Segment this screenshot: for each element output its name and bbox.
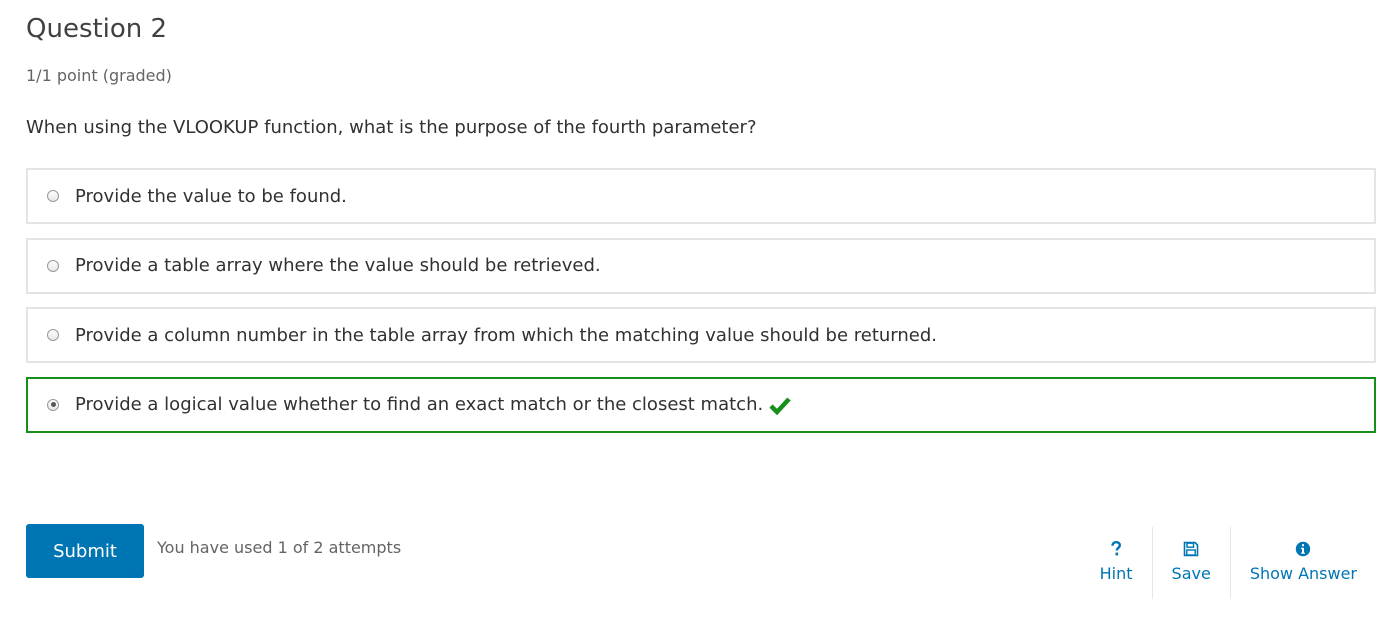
choice-label: Provide a column number in the table arr… — [75, 324, 937, 346]
show-answer-label: Show Answer — [1249, 564, 1357, 583]
choice-option-1[interactable]: Provide the value to be found. — [26, 168, 1376, 224]
submit-button[interactable]: Submit — [26, 524, 144, 578]
score-text: 1/1 point (graded) — [26, 66, 172, 85]
radio-button[interactable] — [47, 329, 59, 341]
radio-button[interactable] — [47, 259, 59, 272]
question-icon — [1110, 540, 1122, 558]
problem-action-bar: Hint Save Show Answer — [1081, 527, 1376, 599]
choice-option-3[interactable]: Provide a column number in the table arr… — [26, 307, 1376, 363]
question-title: Question 2 — [26, 14, 168, 44]
choice-label: Provide a table array where the value sh… — [75, 255, 601, 276]
checkmark-icon — [769, 395, 791, 415]
attempts-text: You have used 1 of 2 attempts — [157, 538, 402, 557]
save-label: Save — [1171, 564, 1211, 583]
info-circle-icon — [1295, 540, 1311, 558]
choice-option-2[interactable]: Provide a table array where the value sh… — [26, 237, 1376, 294]
radio-button-selected[interactable] — [47, 398, 59, 411]
floppy-disk-icon — [1183, 540, 1199, 558]
choice-label: Provide a logical value whether to find … — [75, 394, 764, 415]
save-button[interactable]: Save — [1151, 527, 1230, 599]
radio-button[interactable] — [47, 190, 59, 202]
hint-button[interactable]: Hint — [1081, 527, 1152, 599]
choice-label: Provide the value to be found. — [75, 185, 347, 207]
question-prompt: When using the VLOOKUP function, what is… — [26, 117, 757, 138]
hint-label: Hint — [1099, 564, 1133, 583]
choice-option-4[interactable]: Provide a logical value whether to find … — [26, 376, 1376, 433]
choice-list: Provide the value to be found. Provide a… — [26, 168, 1376, 446]
show-answer-button[interactable]: Show Answer — [1229, 527, 1376, 599]
